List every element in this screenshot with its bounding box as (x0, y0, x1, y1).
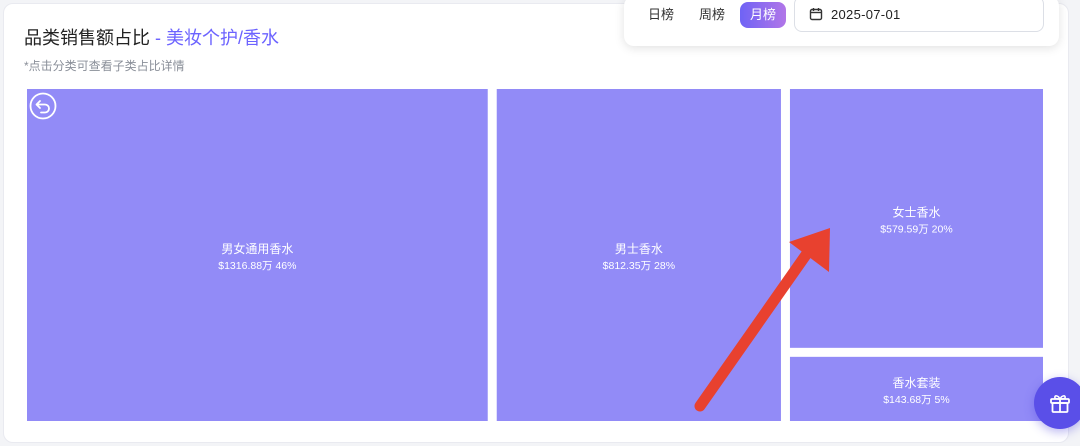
tile-name: 女士香水 (892, 204, 940, 219)
gift-icon (1050, 395, 1070, 413)
tile-name: 香水套装 (892, 376, 940, 390)
tile-value: $143.68万 5% (883, 394, 950, 406)
gift-button[interactable] (1034, 377, 1080, 429)
treemap-tile-unisex-perfume[interactable]: 男女通用香水 $1316.88万 46% (27, 89, 488, 421)
tile-name: 男士香水 (615, 242, 663, 256)
treemap-chart: 男女通用香水 $1316.88万 46% 男士香水 $812.35万 28% 女士香水 $… (27, 89, 1043, 421)
tile-name: 男女通用香水 (221, 241, 293, 256)
tile-value: $1316.88万 46% (218, 260, 296, 272)
back-button[interactable] (29, 92, 57, 125)
back-arrow-icon (29, 92, 57, 120)
treemap-tile-womens-perfume[interactable]: 女士香水 $579.59万 20% (789, 89, 1043, 348)
tile-value: $812.35万 28% (603, 260, 675, 272)
tile-value: $579.59万 20% (880, 223, 952, 235)
treemap-tile-perfume-sets[interactable]: 香水套装 $143.68万 5% (789, 356, 1043, 421)
treemap-tile-mens-perfume[interactable]: 男士香水 $812.35万 28% (496, 89, 781, 421)
